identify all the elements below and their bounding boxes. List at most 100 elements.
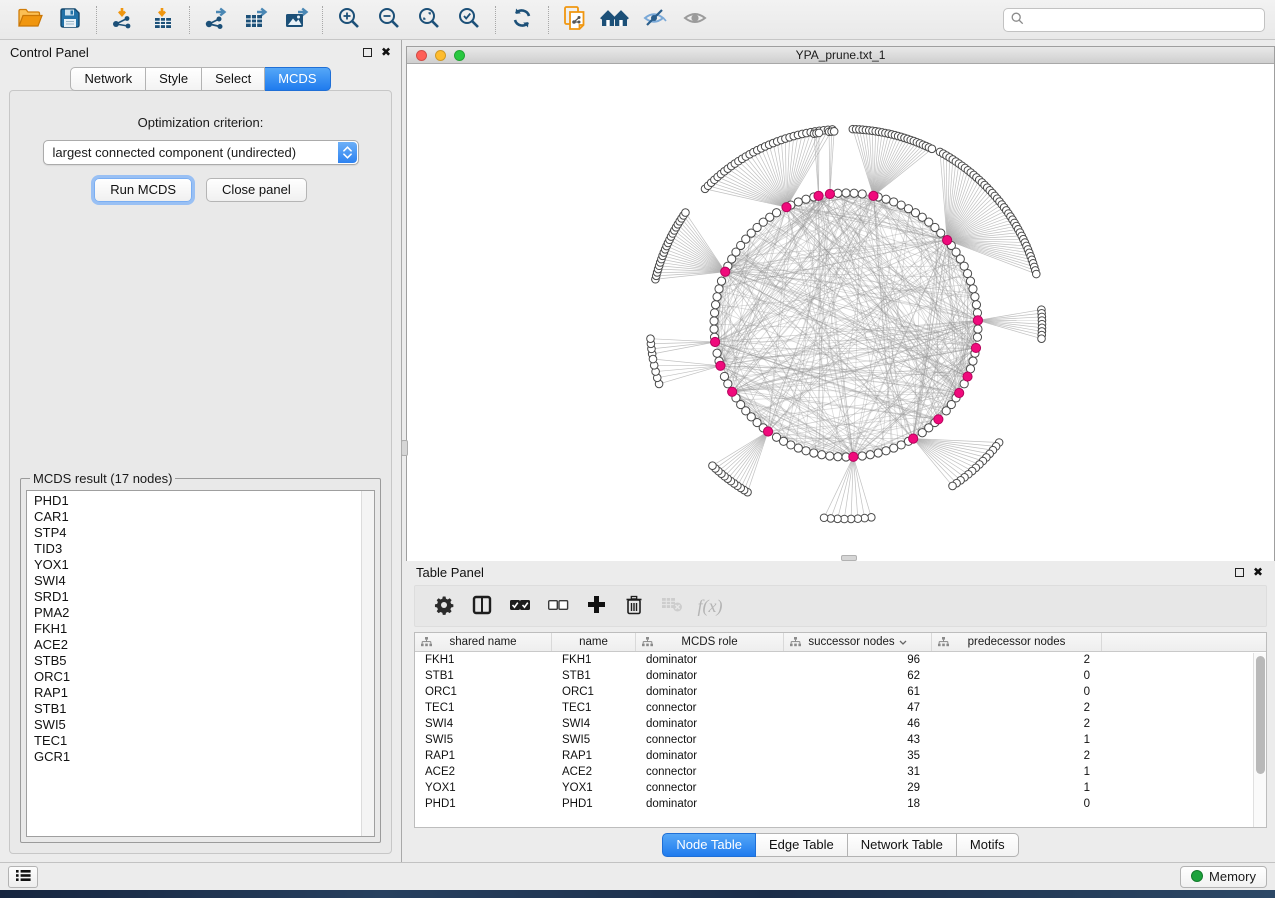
cell-name[interactable]: SWI4 [552,718,636,730]
mcds-node-item[interactable]: STP4 [34,525,374,541]
ring-node[interactable] [882,447,890,455]
cell-name[interactable]: SWI5 [552,734,636,746]
ring-node[interactable] [717,277,725,285]
mcds-node-item[interactable]: SWI4 [34,573,374,589]
mcds-hub-node[interactable] [869,191,878,200]
cell-successor-nodes[interactable]: 47 [784,702,932,714]
ring-node[interactable] [834,453,842,461]
add-column-button[interactable] [579,590,613,622]
mcds-node-item[interactable]: ACE2 [34,637,374,653]
network-view-canvas[interactable] [407,64,1274,561]
mcds-hub-node[interactable] [955,388,964,397]
cell-successor-nodes[interactable]: 61 [784,686,932,698]
ring-node[interactable] [858,452,866,460]
ring-node[interactable] [802,447,810,455]
cell-name[interactable]: ORC1 [552,686,636,698]
run-mcds-button[interactable]: Run MCDS [94,178,192,202]
cell-predecessor-nodes[interactable]: 2 [932,718,1102,730]
cell-name[interactable]: YOX1 [552,782,636,794]
cell-MCDS-role[interactable]: dominator [636,686,784,698]
ring-node[interactable] [942,407,950,415]
horizontal-splitter-handle[interactable] [841,555,857,561]
network-window-titlebar[interactable]: YPA_prune.txt_1 [407,47,1274,64]
ring-node[interactable] [711,301,719,309]
ring-node[interactable] [715,285,723,293]
cell-predecessor-nodes[interactable]: 2 [932,702,1102,714]
tab-style[interactable]: Style [146,67,202,91]
ring-node[interactable] [850,189,858,197]
clone-network-button[interactable] [555,4,595,36]
ring-node[interactable] [810,449,818,457]
cell-name[interactable]: TEC1 [552,702,636,714]
column-header-MCDS-role[interactable]: MCDS role [636,633,784,651]
cell-predecessor-nodes[interactable]: 2 [932,654,1102,666]
task-history-button[interactable] [8,866,38,888]
mcds-list-scrollbar[interactable] [361,491,374,836]
table-row[interactable]: ACE2ACE2connector311 [415,764,1266,780]
mcds-node-item[interactable]: ORC1 [34,669,374,685]
ring-node[interactable] [858,190,866,198]
mcds-hub-node[interactable] [782,203,791,212]
cell-MCDS-role[interactable]: connector [636,702,784,714]
vertical-splitter-handle[interactable] [401,440,408,456]
ring-node[interactable] [874,449,882,457]
ring-node[interactable] [710,317,718,325]
cell-name[interactable]: PHD1 [552,798,636,810]
ring-node[interactable] [802,195,810,203]
cell-predecessor-nodes[interactable]: 1 [932,782,1102,794]
mcds-hub-node[interactable] [763,427,772,436]
cell-MCDS-role[interactable]: dominator [636,670,784,682]
ring-node[interactable] [969,285,977,293]
mcds-node-item[interactable]: TID3 [34,541,374,557]
leaf-node[interactable] [815,129,823,137]
zoom-out-button[interactable] [369,4,409,36]
table-row[interactable]: PHD1PHD1dominator180 [415,796,1266,812]
cell-shared-name[interactable]: SWI5 [415,734,552,746]
cell-name[interactable]: ACE2 [552,766,636,778]
ring-node[interactable] [890,198,898,206]
cell-successor-nodes[interactable]: 29 [784,782,932,794]
leaf-node[interactable] [830,128,838,136]
mcds-hub-node[interactable] [710,337,719,346]
column-header-name[interactable]: name [552,633,636,651]
ring-node[interactable] [890,444,898,452]
export-image-button[interactable] [276,4,316,36]
mcds-node-item[interactable]: SRD1 [34,589,374,605]
ring-node[interactable] [794,198,802,206]
ring-node[interactable] [918,429,926,437]
cell-successor-nodes[interactable]: 31 [784,766,932,778]
mcds-node-item[interactable]: PHD1 [34,493,374,509]
cell-predecessor-nodes[interactable]: 1 [932,734,1102,746]
cell-successor-nodes[interactable]: 18 [784,798,932,810]
leaf-node[interactable] [709,462,717,470]
table-panel-close-icon[interactable]: ✖ [1253,568,1263,577]
ring-node[interactable] [897,441,905,449]
leaf-node[interactable] [682,209,690,217]
leaf-node[interactable] [649,355,657,363]
cell-shared-name[interactable]: YOX1 [415,782,552,794]
mcds-hub-node[interactable] [728,387,737,396]
ring-node[interactable] [713,293,721,301]
first-neighbors-button[interactable] [595,4,635,36]
table-row[interactable]: ORC1ORC1dominator610 [415,684,1266,700]
search-box[interactable] [1003,8,1265,32]
cell-MCDS-role[interactable]: dominator [636,798,784,810]
ring-node[interactable] [972,301,980,309]
cell-predecessor-nodes[interactable]: 2 [932,750,1102,762]
table-row[interactable]: STB1STB1dominator620 [415,668,1266,684]
ring-node[interactable] [818,451,826,459]
table-row[interactable]: TEC1TEC1connector472 [415,700,1266,716]
ring-node[interactable] [772,433,780,441]
ring-node[interactable] [826,452,834,460]
network-graph[interactable] [407,64,1275,561]
tab-network[interactable]: Network [70,67,146,91]
ring-node[interactable] [720,372,728,380]
cell-shared-name[interactable]: RAP1 [415,750,552,762]
mcds-node-item[interactable]: STB1 [34,701,374,717]
leaf-node[interactable] [1038,335,1046,343]
tab-edge-table[interactable]: Edge Table [756,833,848,857]
mcds-node-item[interactable]: PMA2 [34,605,374,621]
cell-successor-nodes[interactable]: 62 [784,670,932,682]
table-row[interactable]: SWI4SWI4dominator462 [415,716,1266,732]
cell-name[interactable]: RAP1 [552,750,636,762]
